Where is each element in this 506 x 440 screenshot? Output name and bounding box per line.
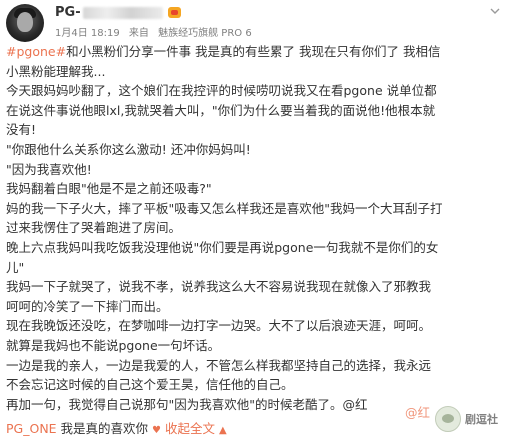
post-line-text: 一边是我的亲人，一边是我爱的人，不管怎么样我都坚持自己的选择，我永远 [6,357,432,373]
post-line-text: 现在我晚饭还没吃，在梦咖啡一边打字一边哭。大不了以后浪迹天涯，呵呵。 [6,318,432,334]
post-line: 在说这件事说他眼lxl,我就哭着大叫，"你们为什么要当着我的面说他!他根本就 [6,101,502,121]
post-line-text: 呵呵的冷笑了一下摔门而出。 [6,298,169,314]
post-line-text: 儿" [6,259,25,275]
footer-user[interactable]: PG_ONE [6,421,57,436]
post-line: 一边是我的亲人，一边是我爱的人，不管怎么样我都坚持自己的选择，我永远 [6,356,502,376]
post-source-label: 来自 [128,28,149,39]
chevron-up-icon[interactable]: ▲ [219,425,227,436]
post-line-text: 和小黑粉们分享一件事 我是真的有些累了 我现在只有你们了 我相信 [66,44,441,59]
post-line: 过来我愣住了哭着跑进了房间。 [6,218,502,238]
post-device[interactable]: 魅族经巧旗舰 PRO 6 [158,28,252,39]
post-content: #pgone#和小黑粉们分享一件事 我是真的有些累了 我现在只有你们了 我相信小… [6,42,502,414]
post-line: 今天跟妈妈吵翻了，这个娘们在我控评的时候唠叨说我又在看pgone 说单位都 [6,81,502,101]
post-line: 不会忘记这时候的自己这个爱王昊，信任他的自己。 [6,375,502,395]
watermark: 剧逗社 [435,406,498,432]
post-line-text: 过来我愣住了哭着跑进了房间。 [6,220,182,236]
post-line-text: 我妈翻着白眼"他是不是之前还吸毒?" [6,181,212,197]
post-line-text: 妈的我一下子火大，摔了平板"吸毒又怎么样我还是喜欢他"我妈一个大耳刮子打 [6,200,443,216]
post-line: 儿" [6,258,502,278]
post-line: 呵呵的冷笑了一下摔门而出。 [6,297,502,317]
chevron-down-icon[interactable] [490,6,500,16]
post-line: 就算是我妈也不能说pgone一句坏话。 [6,336,502,356]
post-line: 我妈一下子就哭了，说我不孝，说养我这么大不容易说我现在就像入了邪教我 [6,277,502,297]
post-line: 我妈翻着白眼"他是不是之前还吸毒?" [6,179,502,199]
username[interactable]: PG- [55,5,181,20]
post-line: 妈的我一下子火大，摔了平板"吸毒又怎么样我还是喜欢他"我妈一个大耳刮子打 [6,199,502,219]
post-line: 晚上六点我妈叫我吃饭我没理他说"你们要是再说pgone一句我就不是你们的女 [6,238,502,258]
post-line: "你跟他什么关系你这么激动! 还冲你妈妈叫! [6,140,502,160]
footer-text: 我是真的喜欢你 [60,421,149,436]
post-line-text: 不会忘记这时候的自己这个爱王昊，信任他的自己。 [6,377,294,393]
avatar[interactable] [6,4,44,42]
post-line: 小黑粉能理解我... [6,62,502,82]
hashtag-link[interactable]: #pgone# [6,44,66,59]
post-line: 没有! [6,120,502,140]
post-date[interactable]: 1月4日 18:19 [55,28,120,39]
post-line-text: 再加一句，我觉得自己说那句"因为我喜欢他"的时候老酷了。@红 [6,396,368,412]
post-meta: 1月4日 18:19 来自 魅族经巧旗舰 PRO 6 [55,24,258,39]
post-line-text: 小黑粉能理解我... [6,63,106,79]
heart-icon: ♥ [152,425,162,436]
post-line: "因为我喜欢他! [6,160,502,180]
post-line: 现在我晚饭还没吃，在梦咖啡一边打字一边哭。大不了以后浪迹天涯，呵呵。 [6,316,502,336]
post-line-text: "你跟他什么关系你这么激动! 还冲你妈妈叫! [6,141,251,157]
vip-badge-icon [167,7,181,18]
post-line-text: 在说这件事说他眼lxl,我就哭着大叫，"你们为什么要当着我的面说他!他根本就 [6,102,436,118]
blurred-username [82,6,163,19]
post-line: #pgone#和小黑粉们分享一件事 我是真的有些累了 我现在只有你们了 我相信 [6,42,502,62]
post-line-text: 今天跟妈妈吵翻了，这个娘们在我控评的时候唠叨说我又在看pgone 说单位都 [6,83,437,99]
post-footer: PG_ONE 我是真的喜欢你 ♥ 收起全文 ▲ [6,420,227,440]
post-line-text: "因为我喜欢他! [6,161,92,177]
watermark-text: 剧逗社 [465,413,498,426]
mention-overlay[interactable]: @红 [405,402,430,421]
post-line-text: 没有! [6,122,37,138]
username-prefix[interactable]: PG- [55,5,81,20]
post-line-text: 就算是我妈也不能说pgone一句坏话。 [6,337,221,353]
weibo-post: PG- 1月4日 18:19 来自 魅族经巧旗舰 PRO 6 #pgone#和小… [0,0,506,440]
watermark-logo-icon [435,406,461,432]
post-line-text: 晚上六点我妈叫我吃饭我没理他说"你们要是再说pgone一句我就不是你们的女 [6,239,439,255]
expand-toggle[interactable]: 收起全文 [165,421,215,436]
post-line-text: 我妈一下子就哭了，说我不孝，说养我这么大不容易说我现在就像入了邪教我 [6,279,432,295]
